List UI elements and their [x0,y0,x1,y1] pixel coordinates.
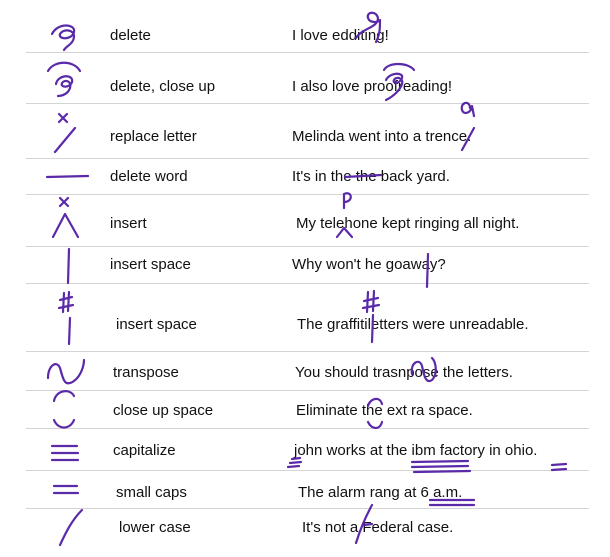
row-divider [26,158,589,159]
example-replace-letter: Melinda went into a trence. [292,128,472,145]
mark-name-replace-letter: replace letter [110,128,197,145]
row-divider [26,351,589,352]
example-capitalize: john works at the ibm factory in ohio. [294,442,538,459]
mark-name-lower-case: lower case [119,519,191,536]
delete-close-up-mark-icon [46,61,82,98]
row-divider [26,428,589,429]
insert-space-mark-icon [66,247,71,285]
mark-name-delete-close-up: delete, close up [110,78,216,95]
row-divider [26,283,589,284]
example-close-up-space: Eliminate the ext ra space. [296,402,473,419]
mark-name-transpose: transpose [113,364,179,381]
mark-name-insert-space-2: insert space [116,316,197,333]
example-lower-case: It's not a Federal case. [302,519,454,536]
example-delete-word: It's in the the back yard. [292,168,450,185]
proofreading-marks-sheet: delete delete, close up replace letter d… [0,0,610,557]
delete-mark-icon [50,24,76,52]
mark-name-small-caps: small caps [116,484,187,501]
example-small-caps: The alarm rang at 6 a.m. [298,484,463,501]
example-insert: My telehone kept ringing all night. [296,215,520,232]
insert-mark-icon [51,196,80,239]
delete-word-mark-icon [45,174,90,179]
example-insert-space-2: The graffitiletters were unreadable. [297,316,529,333]
close-up-space-mark-icon [52,390,76,429]
example-insert-space: Why won't he goaway? [292,256,446,273]
row-divider [26,470,589,471]
row-divider [26,194,589,195]
transpose-mark-icon [46,358,86,385]
example-delete: I love edditing! [292,27,389,44]
mark-name-delete: delete [110,27,151,44]
row-divider [26,103,589,104]
mark-name-insert: insert [110,215,147,232]
mark-name-close-up-space: close up space [113,402,214,419]
mark-name-insert-space: insert space [110,256,191,273]
small-caps-mark-icon [52,484,80,495]
row-divider [26,508,589,509]
example-transpose: You should trasnpose the letters. [295,364,513,381]
mark-name-capitalize: capitalize [113,442,176,459]
insert-space-hash-mark-icon [57,290,75,346]
mark-name-delete-word: delete word [110,168,188,185]
row-divider [26,246,589,247]
capitalize-mark-icon [50,444,80,462]
example-delete-close-up: I also love proofreading! [292,78,453,95]
replace-letter-mark-icon [53,112,77,154]
lower-case-mark-icon [58,508,84,547]
row-divider [26,52,589,53]
row-divider [26,390,589,391]
